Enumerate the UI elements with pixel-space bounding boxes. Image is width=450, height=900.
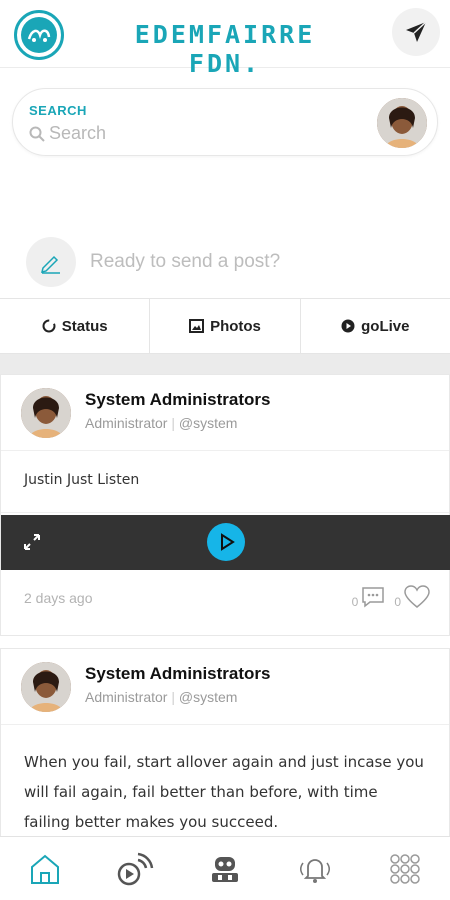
feed-post: System Administrators Administrator | @s…	[0, 648, 450, 838]
circle-loader-icon	[42, 319, 56, 333]
search-icon	[29, 126, 45, 142]
tab-photos[interactable]: Photos	[150, 299, 301, 353]
tab-status[interactable]: Status	[0, 299, 151, 353]
play-circle-icon	[341, 319, 355, 333]
compose-button[interactable]	[26, 237, 76, 287]
post-header: System Administrators Administrator | @s…	[1, 649, 449, 725]
author-role: Administrator	[85, 415, 168, 431]
image-icon	[189, 319, 205, 333]
search-input[interactable]: Search	[29, 123, 106, 144]
author-name[interactable]: System Administrators	[85, 664, 270, 684]
meta-separator: |	[171, 689, 175, 705]
paper-plane-icon	[406, 21, 427, 42]
expand-icon[interactable]	[23, 533, 41, 551]
comment-icon[interactable]	[360, 585, 386, 609]
brand-logo[interactable]	[14, 10, 64, 60]
author-role: Administrator	[85, 689, 168, 705]
tab-golive[interactable]: goLive	[301, 299, 450, 353]
author-avatar[interactable]	[21, 388, 71, 438]
author-meta: Administrator | @system	[85, 415, 237, 431]
nav-notifications[interactable]	[285, 844, 345, 894]
post-reactions: 0 0	[344, 585, 431, 609]
feed-divider	[0, 354, 450, 374]
author-name[interactable]: System Administrators	[85, 390, 270, 410]
post-text: Justin Just Listen	[1, 451, 449, 513]
tab-label: goLive	[361, 317, 410, 335]
nav-live[interactable]	[105, 844, 165, 894]
heart-icon[interactable]	[403, 585, 431, 609]
author-handle[interactable]: @system	[179, 689, 238, 705]
feed-post: System Administrators Administrator | @s…	[0, 374, 450, 636]
play-icon	[221, 533, 235, 551]
post-timestamp: 2 days ago	[24, 590, 93, 606]
search-label: SEARCH	[29, 103, 87, 118]
video-player[interactable]	[1, 515, 450, 570]
post-composer[interactable]: Ready to send a post?	[26, 237, 280, 287]
author-meta: Administrator | @system	[85, 689, 237, 705]
broadcast-icon	[117, 852, 154, 885]
author-handle[interactable]: @system	[179, 415, 238, 431]
nav-home[interactable]	[15, 844, 75, 894]
composer-prompt: Ready to send a post?	[90, 251, 281, 272]
play-button[interactable]	[207, 523, 245, 561]
robot-icon	[212, 856, 238, 882]
user-avatar[interactable]	[377, 98, 427, 148]
search-card: SEARCH Search	[12, 88, 438, 156]
pencil-icon	[40, 255, 60, 274]
post-text: When you fail, start allover again and j…	[24, 753, 424, 831]
apps-grid-icon	[390, 853, 420, 884]
tab-label: Status	[61, 317, 108, 335]
tab-label: Photos	[210, 317, 261, 335]
nav-bots[interactable]	[195, 844, 255, 894]
post-footer: 2 days ago 0 0	[1, 571, 450, 637]
author-avatar[interactable]	[21, 662, 71, 712]
post-type-tabs: Status Photos goLive	[0, 298, 450, 354]
search-placeholder: Search	[49, 123, 107, 143]
home-icon	[31, 854, 59, 884]
brand-name: EDEMFAIRRE FDN.	[134, 20, 316, 78]
bottom-navigation	[0, 836, 450, 900]
post-header: System Administrators Administrator | @s…	[1, 375, 449, 451]
app-header: EDEMFAIRRE FDN.	[0, 0, 450, 78]
send-button[interactable]	[392, 8, 440, 56]
notification-bell-icon	[300, 858, 330, 883]
comment-count: 0	[351, 595, 359, 609]
like-count: 0	[394, 595, 401, 609]
meta-separator: |	[171, 415, 175, 431]
nav-more[interactable]	[375, 844, 435, 894]
